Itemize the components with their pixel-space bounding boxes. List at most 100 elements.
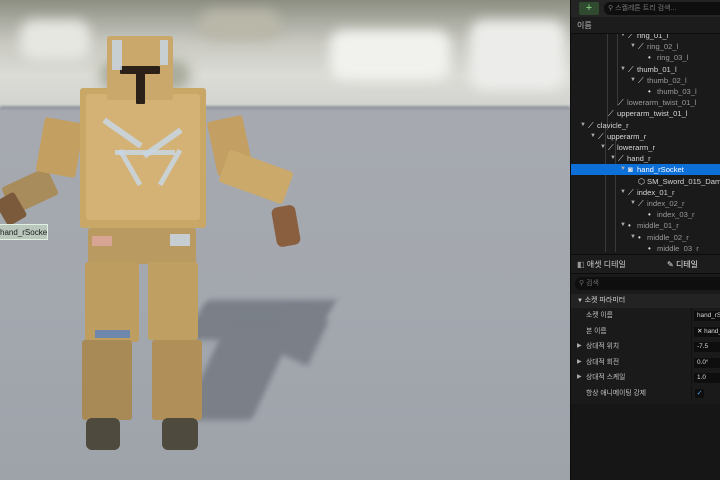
tree-row[interactable]: • index_03_r [571, 209, 720, 220]
property-value-field[interactable]: ✕ hand_r [694, 326, 720, 337]
property-row: ▶ 상대적 위치 -7.5 [571, 339, 720, 355]
tree-row[interactable]: • middle_03_r [571, 243, 720, 252]
bone-icon: ⟋ [638, 42, 644, 52]
tree-row-label: index_03_r [657, 210, 695, 220]
tree-row-label: SM_Sword_015_Dam [647, 176, 720, 186]
column-divider[interactable] [691, 386, 692, 401]
expand-arrow-icon[interactable]: ▼ [620, 34, 626, 41]
property-label: 항상 애니메이팅 강제 [586, 390, 647, 397]
tree-row[interactable]: ▼ ⟋ lowerarm_r [571, 142, 720, 153]
mesh-icon: ⬡ [638, 176, 645, 186]
expand-arrow-icon[interactable]: ▼ [620, 187, 626, 198]
details-search-placeholder: 검색 [586, 280, 599, 287]
tree-row[interactable]: ▼ ◙ hand_rSocket [571, 164, 720, 176]
tree-row[interactable]: ▼ ⟋ hand_r [571, 153, 720, 164]
property-value-field[interactable]: 1.0 [694, 373, 720, 384]
tree-row[interactable]: • ring_03_l [571, 52, 720, 63]
expand-arrow-icon[interactable]: ▼ [620, 64, 626, 75]
skeleton-search-input[interactable]: ⚲ 스켈레톤 트리 검색... [604, 2, 720, 15]
expand-arrow-icon[interactable]: ▼ [630, 198, 636, 209]
chevron-right-icon[interactable]: ▶ [577, 339, 582, 354]
expand-arrow-icon[interactable]: ▼ [630, 232, 636, 243]
column-divider[interactable] [691, 339, 692, 355]
tree-row[interactable]: ▼ ⟋ clavicle_r [571, 120, 720, 131]
tree-row-label: thumb_02_l [647, 75, 687, 85]
category-socket-parameters[interactable]: ▼ 소켓 파라미터 [571, 294, 720, 308]
tree-row-label: index_01_r [637, 187, 675, 197]
add-button[interactable]: + [579, 2, 599, 15]
tree-row[interactable]: ⟋ upperarm_twist_01_l [571, 108, 720, 119]
column-divider[interactable] [691, 370, 692, 386]
expand-arrow-icon[interactable]: ▼ [600, 142, 606, 153]
dot-icon: • [648, 53, 651, 63]
viewport[interactable]: hand_rSocket [0, 0, 570, 480]
tree-row[interactable]: ▼ ⟋ thumb_01_l [571, 64, 720, 75]
expand-arrow-icon[interactable]: ▼ [630, 75, 636, 86]
tab-details-label: 디테일 [675, 260, 699, 269]
property-value: -7.5 [697, 343, 709, 351]
tree-row-label: lowerarm_r [617, 143, 655, 152]
tree-row-label: ring_01_l [637, 34, 669, 40]
tab-details[interactable]: ✎ 디테일 [667, 258, 698, 272]
dot-icon: • [638, 232, 641, 242]
chevron-right-icon[interactable]: ▶ [577, 370, 582, 385]
tree-row[interactable]: • thumb_03_l [571, 86, 720, 97]
tree-row-label: middle_03_r [657, 243, 699, 252]
property-label: 상대적 회전 [586, 358, 620, 366]
tree-row-label: hand_r [627, 154, 651, 164]
tree-row[interactable]: ▼ • middle_02_r [571, 232, 720, 243]
property-row: ▶ 상대적 회전 0.0° [571, 354, 720, 370]
tree-row-label: hand_rSocket [637, 165, 684, 175]
expand-arrow-icon[interactable]: ▼ [620, 164, 626, 175]
tree-row-label: index_02_r [647, 199, 685, 208]
column-divider[interactable] [691, 323, 692, 339]
property-row: 본 이름 ✕ hand_r [571, 323, 720, 339]
tree-row[interactable]: ⬡ SM_Sword_015_Dam [571, 176, 720, 187]
bone-icon: ⟋ [618, 154, 624, 164]
property-label: 소켓 이름 [586, 312, 613, 319]
property-label: 상대적 위치 [586, 343, 620, 351]
tree-row[interactable]: ▼ ⟋ index_01_r [571, 187, 720, 198]
tree-row[interactable]: ▼ ⟋ ring_02_l [571, 41, 720, 52]
bone-icon: ⟋ [638, 199, 644, 208]
tree-row[interactable]: ▼ ⟋ index_02_r [571, 198, 720, 209]
property-value-field[interactable]: -7.5 [694, 342, 720, 353]
column-divider[interactable] [691, 308, 692, 323]
socket-icon: ◙ [628, 165, 633, 175]
details-tabs: ◧ 애셋 디테일 ✎ 디테일 [571, 254, 720, 274]
tree-row-label: upperarm_r [607, 131, 647, 141]
property-value: 1.0 [697, 374, 706, 382]
socket-label[interactable]: hand_rSocket [0, 224, 48, 240]
tree-row[interactable]: ⟋ lowerarm_twist_01_l [571, 97, 720, 108]
tree-row-label: ring_02_l [647, 42, 679, 52]
bone-icon: ⟋ [628, 34, 634, 40]
dot-icon: • [648, 87, 651, 96]
tree-row[interactable]: ▼ ⟋ ring_01_l [571, 34, 720, 41]
force-animate-checkbox[interactable]: ✓ [695, 389, 704, 398]
tree-row-label: middle_02_r [647, 232, 689, 242]
tab-asset-details[interactable]: ◧ 애셋 디테일 [577, 258, 626, 272]
property-value-field[interactable]: 0.0° [694, 357, 720, 368]
expand-arrow-icon[interactable]: ▼ [580, 120, 586, 131]
column-header-name[interactable]: 이름 [571, 17, 720, 34]
tree-row[interactable]: ▼ ⟋ upperarm_r [571, 131, 720, 142]
property-value-field[interactable]: hand_rSocket [694, 311, 720, 321]
expand-arrow-icon[interactable]: ▼ [620, 220, 626, 231]
dot-icon: • [648, 210, 651, 220]
bone-icon: ⟋ [588, 120, 594, 130]
pencil-icon: ✎ [667, 260, 676, 269]
bone-icon: ⟋ [638, 75, 644, 85]
expand-arrow-icon[interactable]: ▼ [630, 41, 636, 52]
skeleton-toolbar: + ⚲ 스켈레톤 트리 검색... [571, 0, 720, 17]
tree-row[interactable]: ▼ • middle_01_r [571, 220, 720, 231]
column-divider[interactable] [691, 354, 692, 370]
chevron-right-icon[interactable]: ▶ [577, 355, 582, 370]
expand-arrow-icon[interactable]: ▼ [590, 131, 596, 142]
expand-arrow-icon[interactable]: ▼ [610, 153, 616, 164]
tab-asset-details-label: 애셋 디테일 [586, 260, 626, 269]
tree-row-label: thumb_01_l [637, 64, 677, 74]
tree-row-label: middle_01_r [637, 221, 679, 231]
details-search-input[interactable]: ⚲ 검색 [575, 277, 720, 290]
tree-row[interactable]: ▼ ⟋ thumb_02_l [571, 75, 720, 86]
tree-row-label: thumb_03_l [657, 87, 697, 96]
